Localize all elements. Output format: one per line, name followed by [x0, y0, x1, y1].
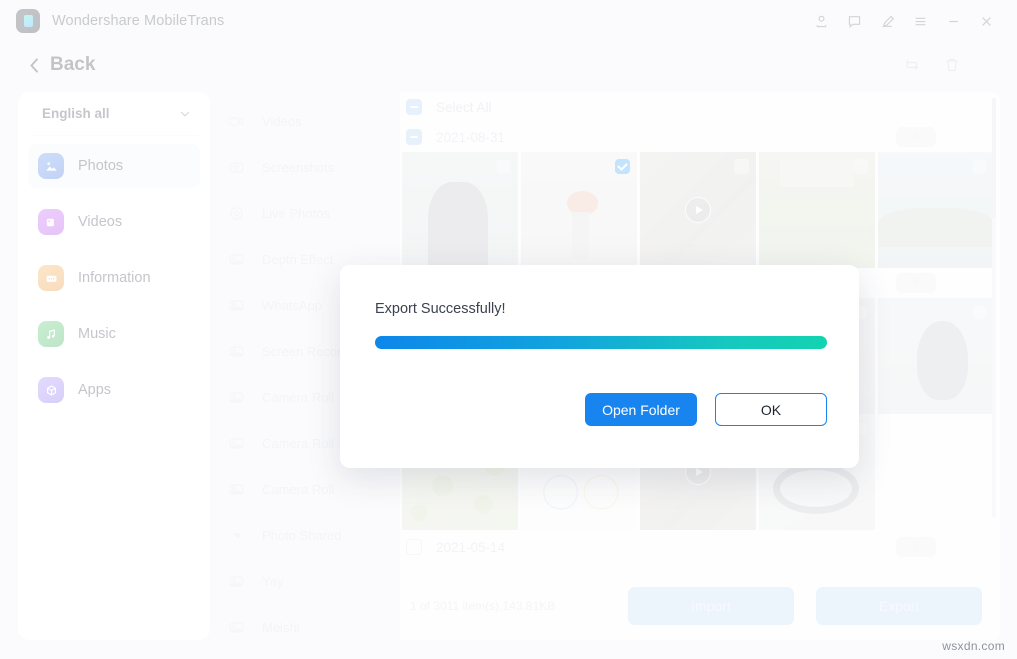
app-window: Wondershare MobileTrans: [0, 0, 1017, 659]
dialog-actions: Open Folder OK: [375, 393, 827, 426]
ok-button[interactable]: OK: [715, 393, 827, 426]
open-folder-button[interactable]: Open Folder: [585, 393, 697, 426]
dialog-title: Export Successfully!: [375, 301, 827, 317]
export-success-dialog: Export Successfully! Open Folder OK: [340, 265, 859, 468]
watermark: wsxdn.com: [942, 639, 1005, 653]
progress-bar: [375, 336, 827, 349]
